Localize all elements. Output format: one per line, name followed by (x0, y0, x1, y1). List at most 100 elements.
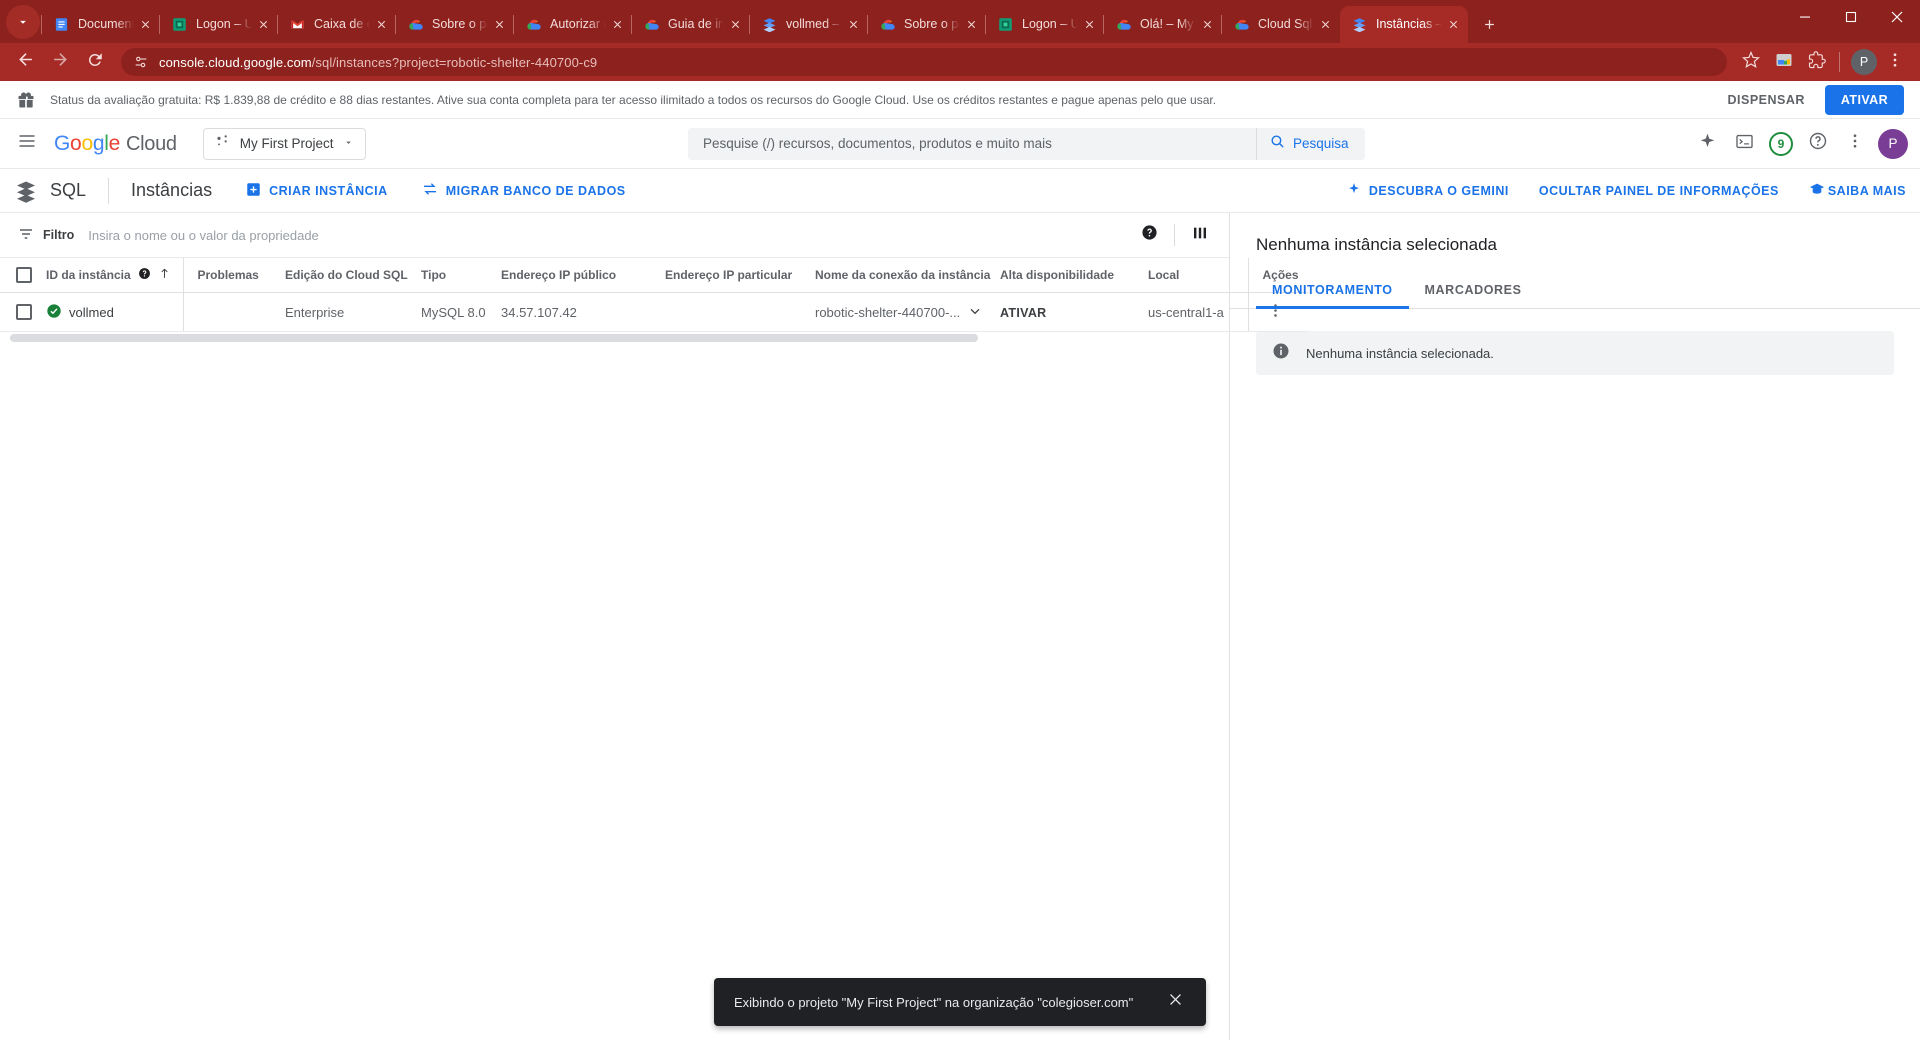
tab-close-button[interactable] (1444, 16, 1462, 34)
cell-edition: Enterprise (285, 292, 421, 332)
help-button[interactable] (1801, 127, 1835, 161)
column-header-instance-id[interactable]: ID da instância (46, 258, 183, 293)
bookmark-button[interactable] (1736, 47, 1766, 77)
header-more-button[interactable] (1838, 127, 1872, 161)
column-header-high-availability[interactable]: Alta disponibilidade (1000, 258, 1148, 293)
tab-close-button[interactable] (844, 16, 862, 34)
three-dot-menu-icon (1846, 132, 1864, 155)
cell-instance-id[interactable]: vollmed (46, 292, 183, 332)
tab-close-button[interactable] (372, 16, 390, 34)
hide-info-panel-button[interactable]: OCULTAR PAINEL DE INFORMAÇÕES (1539, 184, 1779, 198)
browser-tab[interactable]: Logon – UniF (985, 6, 1104, 43)
learn-more-button[interactable]: SAIBA MAIS (1809, 181, 1906, 200)
tab-search-button[interactable] (6, 5, 40, 39)
search-button-label: Pesquisa (1292, 136, 1349, 151)
extensions-button[interactable] (1802, 47, 1832, 77)
site-settings-icon[interactable] (133, 54, 150, 71)
plus-square-icon (246, 182, 261, 200)
dismiss-trial-button[interactable]: DISPENSAR (1715, 86, 1816, 114)
tab-close-button[interactable] (1080, 16, 1098, 34)
new-tab-button[interactable] (1475, 10, 1503, 38)
cell-location: us-central1-a (1148, 292, 1248, 332)
chevron-down-icon[interactable] (967, 303, 983, 322)
column-header-public-ip[interactable]: Endereço IP público (501, 258, 665, 293)
table-horizontal-scrollbar[interactable] (0, 332, 1229, 344)
user-avatar[interactable]: P (1878, 128, 1908, 159)
column-header-type[interactable]: Tipo (421, 258, 501, 293)
column-header-location[interactable]: Local (1148, 258, 1248, 293)
tab-close-button[interactable] (1198, 16, 1216, 34)
back-button[interactable] (10, 47, 40, 77)
google-cloud-logo[interactable]: Go o g l e Cloud (54, 132, 177, 156)
terminal-icon (1735, 132, 1754, 156)
tab-close-button[interactable] (962, 16, 980, 34)
browser-tab-title: Guia de iníc (668, 17, 724, 31)
create-instance-button[interactable]: CRIAR INSTÂNCIA (246, 182, 388, 200)
browser-tab-active[interactable]: Instâncias – S (1340, 6, 1468, 43)
select-all-checkbox[interactable] (16, 267, 32, 283)
table-scrollbar-thumb[interactable] (10, 334, 978, 342)
search-input[interactable] (688, 136, 1255, 151)
column-header-connection-name[interactable]: Nome da conexão da instância (815, 258, 1000, 293)
column-header-high-availability-label: Alta disponibilidade (1000, 268, 1115, 282)
reload-button[interactable] (80, 47, 110, 77)
browser-tab[interactable]: Sobre o prox (867, 6, 986, 43)
browser-tab[interactable]: Caixa de ent (277, 6, 396, 43)
tab-close-button[interactable] (254, 16, 272, 34)
table-row[interactable]: vollmed Enterprise MySQL 8.0 34.57.107.4… (0, 292, 1308, 332)
browser-tab-title: Logon – UniF (1022, 17, 1078, 31)
column-header-problems[interactable]: Problemas (182, 258, 285, 293)
browser-menu-button[interactable] (1880, 47, 1910, 77)
browser-tab[interactable]: Autorizar co (513, 6, 632, 43)
address-bar[interactable]: console.cloud.google.com/sql/instances?p… (121, 48, 1727, 76)
column-display-button[interactable] (1185, 220, 1215, 250)
tab-close-button[interactable] (1316, 16, 1334, 34)
tabs-container: Documentos Logon – UniF Caixa de ent Sobre … (41, 6, 1468, 43)
column-header-edition[interactable]: Edição do Cloud SQL (285, 258, 421, 293)
notifications-button[interactable]: 9 (1764, 127, 1798, 161)
tab-close-button[interactable] (726, 16, 744, 34)
tab-marcadores[interactable]: MARCADORES (1409, 273, 1538, 308)
search-button[interactable]: Pesquisa (1255, 127, 1365, 160)
browser-tab[interactable]: vollmed – Vi (749, 6, 868, 43)
navigation-menu-button[interactable] (8, 125, 46, 163)
tab-close-button[interactable] (490, 16, 508, 34)
tab-monitoramento[interactable]: MONITORAMENTO (1256, 273, 1409, 309)
forward-button[interactable] (45, 47, 75, 77)
star-icon (1742, 50, 1760, 74)
discover-gemini-button[interactable]: DESCUBRA O GEMINI (1347, 182, 1509, 199)
window-minimize-button[interactable] (1782, 0, 1828, 34)
browser-tab[interactable]: Cloud Sql Fo (1221, 6, 1340, 43)
help-icon[interactable] (138, 267, 151, 283)
filter-input[interactable] (88, 227, 1134, 243)
activate-account-button[interactable]: ATIVAR (1824, 84, 1904, 115)
logo-letter-e: e (108, 131, 121, 155)
browser-tab[interactable]: Guia de iníc (631, 6, 750, 43)
browser-tab[interactable]: Olá! – My Fir (1103, 6, 1222, 43)
free-trial-banner: Status da avaliação gratuita: R$ 1.839,8… (0, 81, 1920, 119)
browser-tab[interactable]: Sobre o prox (395, 6, 514, 43)
cloud-shell-button[interactable] (1727, 127, 1761, 161)
discover-gemini-label: DESCUBRA O GEMINI (1368, 183, 1509, 198)
window-close-button[interactable] (1874, 0, 1920, 34)
gemini-button[interactable] (1690, 127, 1724, 161)
browser-profile-button[interactable]: P (1851, 49, 1877, 75)
row-checkbox[interactable] (16, 304, 32, 320)
search-box[interactable] (687, 127, 1256, 160)
logo-letter-o2: o (81, 131, 93, 155)
media-button[interactable] (1769, 47, 1799, 77)
google-cloud-icon (1115, 16, 1132, 33)
sort-asc-icon[interactable] (158, 267, 171, 283)
column-header-private-ip[interactable]: Endereço IP particular (665, 258, 815, 293)
browser-tab[interactable]: Logon – UniF (159, 6, 278, 43)
migrate-database-button[interactable]: MIGRAR BANCO DE DADOS (422, 181, 626, 200)
browser-tab[interactable]: Documentos (41, 6, 160, 43)
tab-close-button[interactable] (608, 16, 626, 34)
project-picker[interactable]: My First Project (202, 127, 366, 160)
tab-close-button[interactable] (136, 16, 154, 34)
toast-close-button[interactable] (1158, 985, 1192, 1019)
window-maximize-button[interactable] (1828, 0, 1874, 34)
gift-icon (16, 90, 38, 110)
filter-help-button[interactable] (1134, 220, 1164, 250)
filter-toggle[interactable]: Filtro (18, 226, 74, 245)
